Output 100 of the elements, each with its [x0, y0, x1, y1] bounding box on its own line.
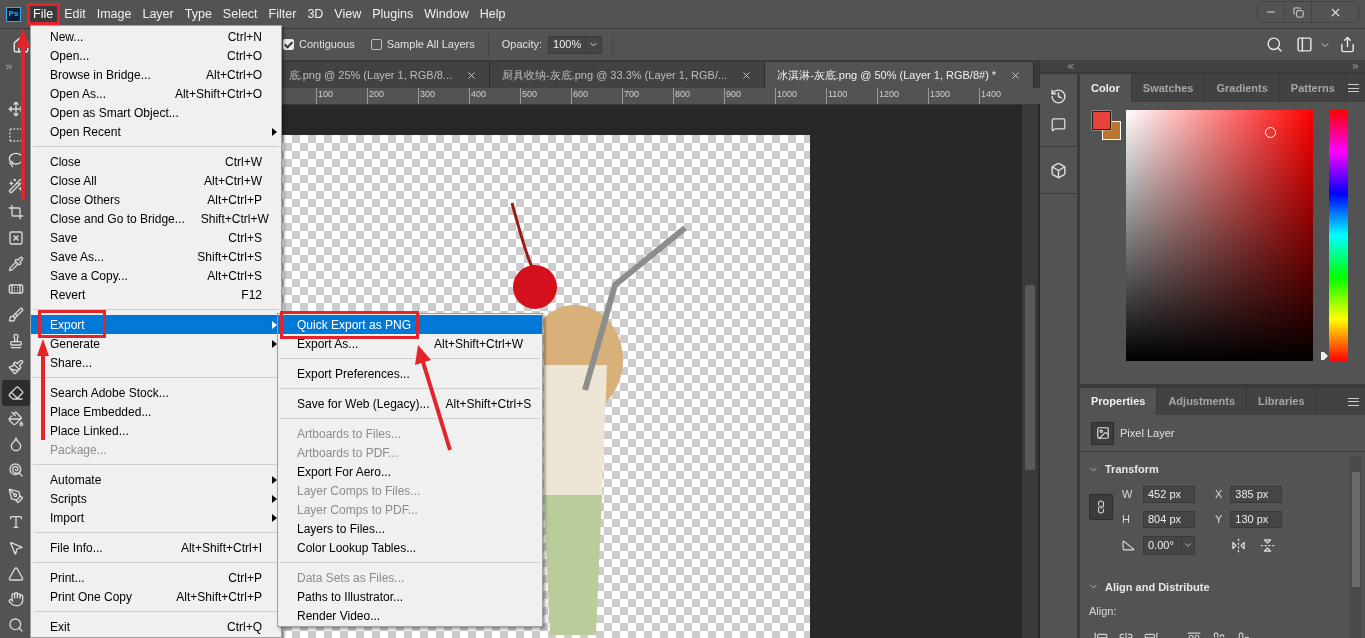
share-icon[interactable] [1339, 36, 1356, 53]
panel-menu-icon[interactable] [1348, 84, 1359, 92]
menu-item[interactable]: Exit Ctrl+Q [31, 617, 281, 636]
menu-item[interactable]: Generate [31, 334, 281, 353]
menu-item[interactable]: Open Recent [31, 122, 281, 141]
menu-bar-item[interactable]: Image [92, 4, 136, 24]
ruler-label: 300 [420, 88, 436, 100]
lasso-icon [7, 152, 24, 169]
brush-icon [7, 307, 24, 324]
field-label: X [1215, 486, 1223, 502]
menu-item[interactable]: Quick Export as PNG [278, 315, 542, 334]
menu-item[interactable]: Save Ctrl+S [31, 228, 281, 247]
menu-item[interactable]: Save As... Shift+Ctrl+S [31, 247, 281, 266]
opacity-field[interactable]: 100% [548, 35, 603, 54]
shortcut-text: Shift+Ctrl+S [197, 248, 262, 266]
frame-icon [7, 229, 24, 246]
zoom-icon [7, 617, 24, 634]
checkbox-label: Contiguous [299, 37, 355, 53]
align-label: Align: [1089, 604, 1118, 619]
ruler-label: 1000 [777, 88, 798, 100]
collapse-icon[interactable] [1066, 61, 1075, 71]
angle-field[interactable]: 0.00° [1143, 535, 1195, 555]
color-field[interactable] [1126, 110, 1313, 361]
field-label: Y [1215, 511, 1223, 527]
menu-item[interactable]: Layers to Files... [278, 519, 542, 538]
eraser-icon [7, 384, 24, 401]
menu-item[interactable]: Save for Web (Legacy)... Alt+Shift+Ctrl+S [278, 394, 542, 413]
menu-item[interactable]: File Info... Alt+Shift+Ctrl+I [31, 538, 281, 557]
shortcut-text: Ctrl+S [228, 229, 262, 247]
search-icon[interactable] [1266, 36, 1283, 53]
menu-item[interactable]: Paths to Illustrator... [278, 587, 542, 606]
menu-bar-item[interactable]: Type [180, 4, 216, 24]
menu-bar-item[interactable]: Edit [60, 4, 90, 24]
input-field[interactable]: 804 px [1143, 510, 1195, 528]
ruler-label: 600 [573, 88, 589, 100]
menu-item[interactable]: Close Ctrl+W [31, 152, 281, 171]
menu-item[interactable]: Search Adobe Stock... [31, 383, 281, 402]
close-tab-icon[interactable] [466, 69, 477, 81]
menu-bar-item[interactable]: Window [420, 4, 473, 24]
shortcut-text: Alt+Ctrl+S [207, 267, 262, 285]
flip-vertical-icon[interactable] [1260, 537, 1275, 553]
panel-menu-icon[interactable] [1348, 397, 1359, 406]
hue-pointer-icon[interactable] [1321, 352, 1328, 360]
menu-item[interactable]: New... Ctrl+N [31, 27, 281, 46]
expand-panels-icon[interactable] [1351, 61, 1360, 71]
ruler-label: 100 [318, 88, 334, 100]
close-tab-icon[interactable] [1010, 69, 1022, 81]
menu-item[interactable]: Save a Copy... Alt+Ctrl+S [31, 266, 281, 285]
menu-item[interactable]: Place Linked... [31, 421, 281, 440]
panel-tab[interactable]: Properties [1080, 388, 1158, 415]
cube-icon[interactable] [1050, 162, 1067, 179]
dropdown-caret-icon [1183, 540, 1193, 550]
hue-slider[interactable] [1321, 110, 1348, 361]
menu-bar-item[interactable]: Layer [138, 4, 178, 24]
shortcut-text: Ctrl+O [227, 47, 262, 65]
close-tab-icon[interactable] [741, 69, 753, 81]
menu-item[interactable]: Open... Ctrl+O [31, 46, 281, 65]
menu-item[interactable]: Export Preferences... [278, 364, 542, 383]
document-tab[interactable]: 冰淇淋-灰底.png @ 50% (Layer 1, RGB/8#) * [765, 62, 1035, 88]
menu-item[interactable]: Render Video... [278, 606, 542, 625]
menu-item[interactable]: Automate [31, 470, 281, 489]
menu-item[interactable]: Close and Go to Bridge... Shift+Ctrl+W [31, 209, 281, 228]
comment-icon[interactable] [1051, 117, 1066, 132]
document-tab[interactable]: 厨具收纳-灰底.png @ 33.3% (Layer 1, RGB/... [490, 62, 766, 88]
menu-item[interactable]: Revert F12 [31, 285, 281, 304]
scrollbar-thumb[interactable] [1351, 472, 1360, 587]
input-field[interactable]: 452 px [1143, 485, 1195, 503]
menu-item[interactable]: Browse in Bridge... Alt+Ctrl+O [31, 65, 281, 84]
menu-item[interactable]: Import [31, 508, 281, 527]
menu-item[interactable]: Close Others Alt+Ctrl+P [31, 190, 281, 209]
menu-item[interactable]: Place Embedded... [31, 402, 281, 421]
menu-bar-item[interactable]: Plugins [368, 4, 418, 24]
menu-bar-item[interactable]: Select [218, 4, 262, 24]
menu-item[interactable]: Export For Aero... [278, 462, 542, 481]
color-swatches[interactable] [1091, 110, 1121, 140]
menu-item[interactable]: Color Lookup Tables... [278, 538, 542, 557]
panel-tab[interactable]: Color [1080, 74, 1132, 102]
history-icon[interactable] [1050, 88, 1067, 105]
menu-item[interactable]: Print One Copy Alt+Shift+Ctrl+P [31, 587, 281, 606]
scrollbar-thumb[interactable] [1025, 285, 1035, 470]
menu-bar-item[interactable]: Help [475, 4, 510, 24]
link-toggle-button[interactable] [1089, 493, 1113, 520]
tool-button[interactable] [1, 379, 30, 406]
pointer-icon [7, 539, 24, 556]
menu-item[interactable]: Share... [31, 353, 281, 372]
menu-item[interactable]: Close All Alt+Ctrl+W [31, 171, 281, 190]
flip-horizontal-icon[interactable] [1231, 537, 1246, 553]
ruler-label: 200 [369, 88, 385, 100]
menu-bar-item[interactable]: 3D [303, 4, 328, 24]
menu-item[interactable]: Scripts [31, 489, 281, 508]
checkbox[interactable] [370, 39, 382, 50]
field-label: H [1122, 511, 1131, 527]
input-field[interactable]: 130 px [1230, 510, 1283, 528]
menu-item[interactable]: Open as Smart Object... [31, 103, 281, 122]
workspace-icon[interactable] [1296, 36, 1313, 53]
menu-bar-item[interactable]: View [330, 4, 366, 24]
input-field[interactable]: 385 px [1230, 485, 1283, 503]
menu-bar-item[interactable]: Filter [264, 4, 301, 24]
menu-item[interactable]: Print... Ctrl+P [31, 568, 281, 587]
shortcut-text: Alt+Ctrl+O [206, 66, 262, 84]
